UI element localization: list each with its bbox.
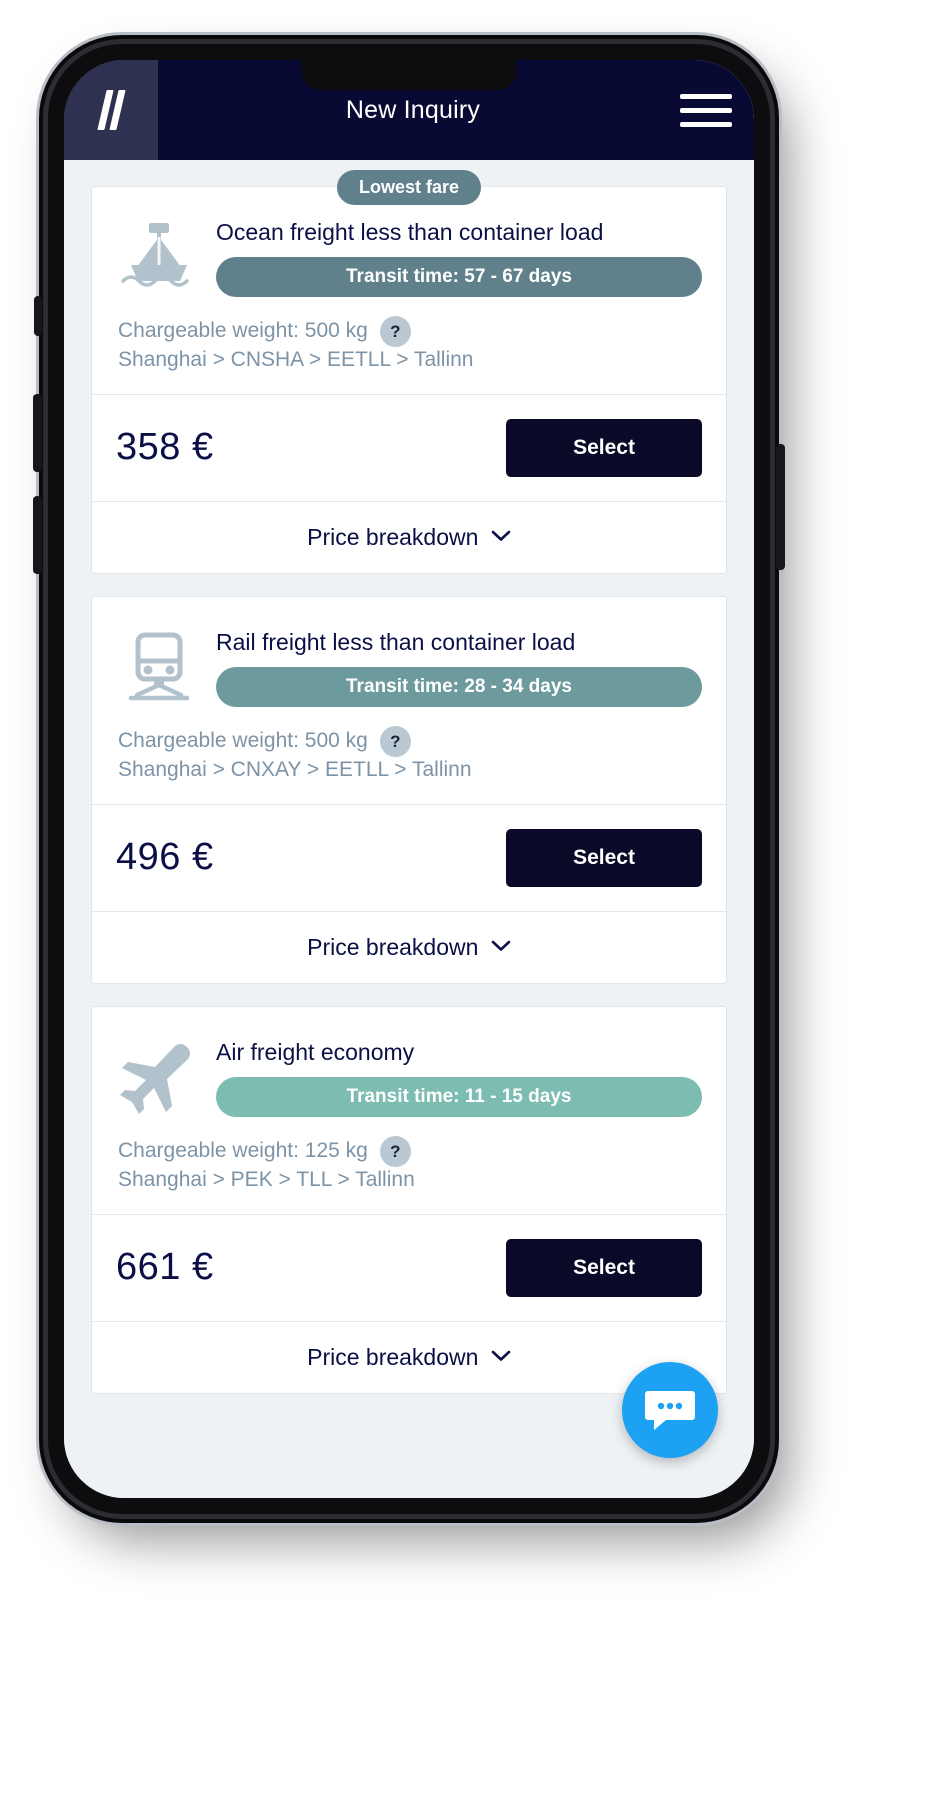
power-button[interactable] bbox=[776, 444, 785, 570]
offer-card[interactable]: Rail freight less than container load Tr… bbox=[91, 595, 727, 984]
lowest-fare-ribbon-wrap: Lowest fare bbox=[92, 170, 726, 205]
offer-meta: Chargeable weight: 500 kg ? Shanghai > C… bbox=[116, 725, 702, 782]
offer-summary: Air freight economy Transit time: 11 - 1… bbox=[92, 1007, 726, 1215]
chevron-down-icon bbox=[491, 939, 511, 957]
offer-price-row: 358 € Select bbox=[92, 395, 726, 502]
page-title: New Inquiry bbox=[345, 95, 481, 124]
phone-screen: New Inquiry Lowest fare Ocean freight le… bbox=[64, 60, 754, 1498]
route-label: Shanghai > CNXAY > EETLL > Tallinn bbox=[118, 757, 472, 781]
offer-meta: Chargeable weight: 125 kg ? Shanghai > P… bbox=[116, 1135, 702, 1192]
price-breakdown-toggle[interactable]: Price breakdown bbox=[92, 912, 726, 983]
offer-price-row: 496 € Select bbox=[92, 805, 726, 912]
price-breakdown-toggle[interactable]: Price breakdown bbox=[92, 502, 726, 573]
select-button[interactable]: Select bbox=[506, 828, 702, 887]
volume-down-button[interactable] bbox=[33, 496, 42, 574]
offers-list[interactable]: Lowest fare Ocean freight less than cont… bbox=[64, 160, 754, 1498]
airplane-icon bbox=[116, 1037, 202, 1115]
offer-title: Ocean freight less than container load bbox=[216, 219, 604, 245]
status-badge: Lowest fare bbox=[336, 170, 482, 205]
chargeable-weight-row: Chargeable weight: 125 kg ? bbox=[118, 1135, 702, 1168]
price-breakdown-label: Price breakdown bbox=[307, 523, 479, 550]
offer-summary: Rail freight less than container load Tr… bbox=[92, 597, 726, 805]
help-icon[interactable]: ? bbox=[379, 1136, 411, 1168]
chargeable-weight-label: Chargeable weight: 500 kg bbox=[118, 319, 368, 343]
offer-card[interactable]: Lowest fare Ocean freight less than cont… bbox=[91, 170, 727, 574]
hamburger-menu-icon[interactable] bbox=[658, 93, 754, 127]
price-breakdown-label: Price breakdown bbox=[307, 933, 479, 960]
chargeable-weight-row: Chargeable weight: 500 kg ? bbox=[118, 315, 702, 348]
chargeable-weight-row: Chargeable weight: 500 kg ? bbox=[118, 725, 702, 758]
phone-notch bbox=[301, 60, 517, 90]
double-slash-logo-icon bbox=[96, 90, 126, 130]
route-label: Shanghai > CNSHA > EETLL > Tallinn bbox=[118, 347, 474, 371]
route-label: Shanghai > PEK > TLL > Tallinn bbox=[118, 1167, 415, 1191]
transit-time-badge: Transit time: 11 - 15 days bbox=[216, 1077, 702, 1118]
app-logo[interactable] bbox=[64, 60, 158, 160]
screenshot-root: New Inquiry Lowest fare Ocean freight le… bbox=[0, 0, 939, 1797]
phone-frame: New Inquiry Lowest fare Ocean freight le… bbox=[33, 44, 785, 1514]
offer-card[interactable]: Air freight economy Transit time: 11 - 1… bbox=[91, 1005, 727, 1394]
price-breakdown-label: Price breakdown bbox=[307, 1343, 479, 1370]
price-value: 358 € bbox=[116, 426, 214, 469]
price-value: 661 € bbox=[116, 1246, 214, 1289]
chargeable-weight-label: Chargeable weight: 125 kg bbox=[118, 1139, 368, 1163]
chevron-down-icon bbox=[491, 529, 511, 547]
silent-switch[interactable] bbox=[34, 296, 42, 336]
help-icon[interactable]: ? bbox=[379, 726, 411, 758]
train-icon bbox=[116, 627, 202, 703]
chat-bubble-icon[interactable] bbox=[622, 1362, 718, 1458]
offer-title: Rail freight less than container load bbox=[216, 628, 576, 655]
chargeable-weight-label: Chargeable weight: 500 kg bbox=[118, 729, 368, 753]
select-button[interactable]: Select bbox=[506, 418, 702, 477]
help-icon[interactable]: ? bbox=[379, 316, 411, 348]
transit-time-badge: Transit time: 28 - 34 days bbox=[216, 667, 702, 708]
price-value: 496 € bbox=[116, 836, 214, 879]
chevron-down-icon bbox=[491, 1349, 511, 1367]
ship-icon bbox=[116, 217, 202, 293]
offer-title: Air freight economy bbox=[216, 1038, 415, 1065]
select-button[interactable]: Select bbox=[506, 1238, 702, 1297]
offer-summary: Ocean freight less than container load T… bbox=[92, 187, 726, 395]
offer-price-row: 661 € Select bbox=[92, 1215, 726, 1322]
offer-meta: Chargeable weight: 500 kg ? Shanghai > C… bbox=[116, 315, 702, 372]
volume-up-button[interactable] bbox=[33, 394, 42, 472]
transit-time-badge: Transit time: 57 - 67 days bbox=[216, 257, 702, 298]
